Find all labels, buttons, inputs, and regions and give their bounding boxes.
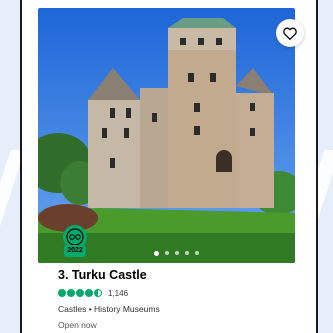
carousel-dot[interactable] <box>154 250 159 256</box>
rating-bubble <box>85 289 93 297</box>
rating-bubble <box>67 289 75 297</box>
favorite-button[interactable] <box>276 19 304 47</box>
category-label: Castles • History Museums <box>58 304 160 314</box>
rating-bubble <box>76 289 84 297</box>
open-status: Open now <box>58 320 97 330</box>
attraction-title[interactable]: 3. Turku Castle <box>58 268 147 282</box>
rating-bubbles: 1,146 <box>58 287 128 299</box>
review-count: 1,146 <box>108 288 129 298</box>
travellers-choice-badge: 2022 <box>62 225 88 259</box>
rating-bubble <box>58 289 66 297</box>
carousel-dot[interactable] <box>195 251 199 255</box>
carousel-indicator <box>154 250 199 256</box>
badge-year: 2022 <box>67 247 83 254</box>
carousel-dot[interactable] <box>175 251 179 255</box>
carousel-dot[interactable] <box>185 251 189 255</box>
heart-icon <box>283 27 297 40</box>
carousel-dot[interactable] <box>165 251 169 255</box>
rating-bubble <box>94 289 102 297</box>
